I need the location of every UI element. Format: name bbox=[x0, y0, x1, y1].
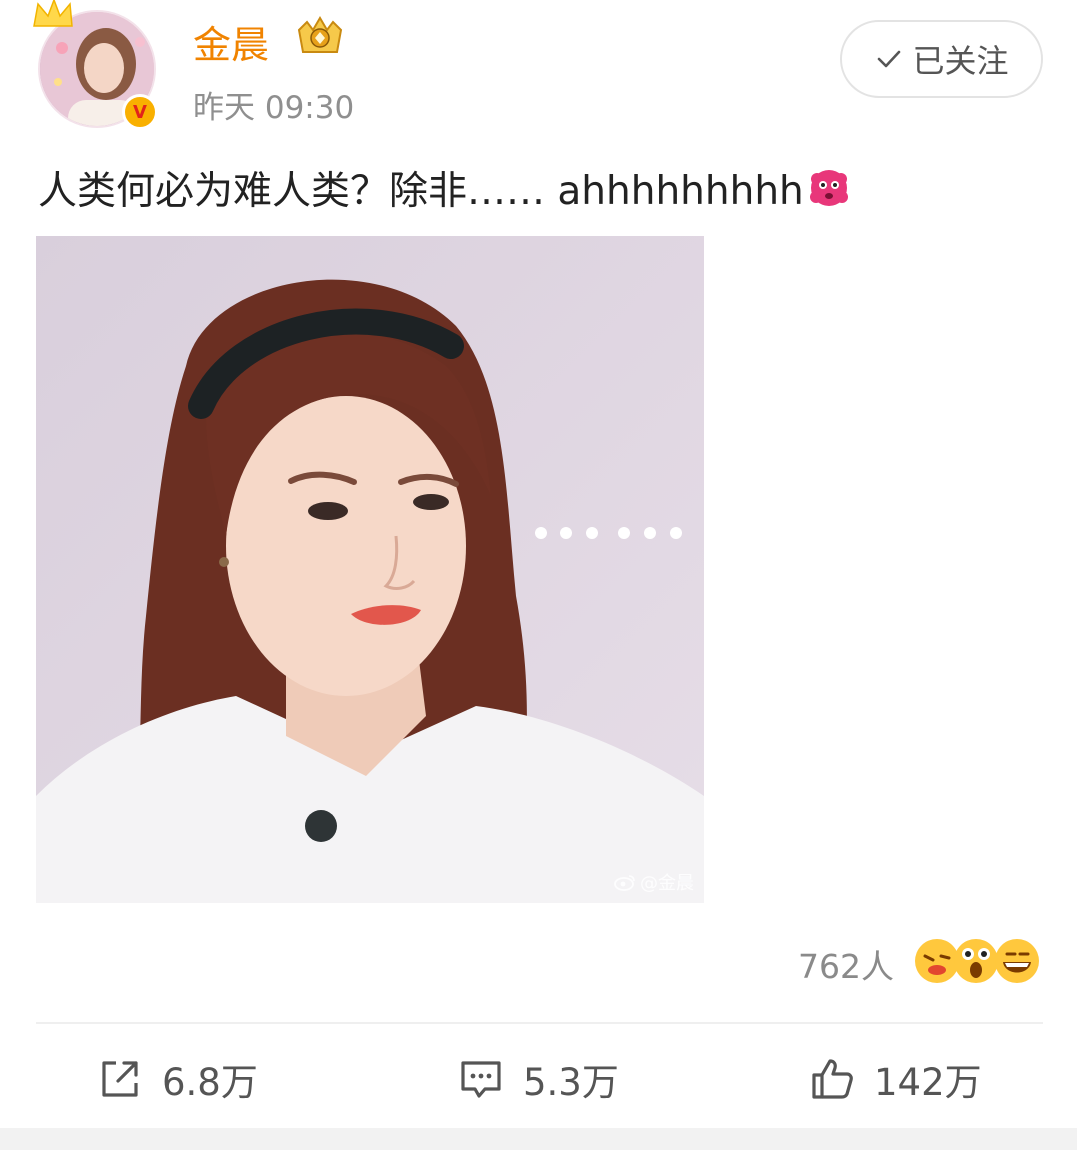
comment-icon bbox=[461, 1061, 501, 1098]
kiss-face-emoji-icon bbox=[915, 939, 959, 983]
repost-count: 6.8万 bbox=[162, 1061, 258, 1104]
post-image[interactable]: @金晨 bbox=[36, 236, 704, 903]
bottom-separator bbox=[0, 1128, 1077, 1150]
reaction-count[interactable]: 762人 bbox=[798, 940, 894, 988]
post-text: 人类何必为难人类？除非…… ahhhhhhhhh bbox=[38, 160, 850, 216]
avatar-container[interactable]: V bbox=[33, 0, 158, 130]
verified-mark: V bbox=[133, 101, 147, 123]
image-watermark: @金晨 bbox=[614, 869, 694, 895]
thumbs-up-icon bbox=[812, 1059, 853, 1099]
follow-button-label: 已关注 bbox=[912, 42, 1009, 80]
username[interactable]: 金晨 bbox=[193, 14, 269, 69]
divider bbox=[36, 1022, 1043, 1024]
vip-crown-badge-icon bbox=[297, 16, 343, 53]
repost-button[interactable]: 6.8万 bbox=[96, 1052, 258, 1106]
grin-face-emoji-icon bbox=[995, 939, 1039, 983]
comment-count: 5.3万 bbox=[523, 1061, 619, 1104]
pink-fluff-emoji-icon bbox=[809, 170, 848, 206]
like-button[interactable]: 142万 bbox=[808, 1052, 982, 1106]
check-icon bbox=[878, 50, 901, 68]
post-text-content: 人类何必为难人类？除非…… ahhhhhhhhh bbox=[38, 169, 804, 214]
verified-badge: V bbox=[122, 94, 158, 130]
weibo-logo-icon bbox=[614, 875, 635, 891]
watermark-text: @金晨 bbox=[640, 873, 694, 894]
repost-icon bbox=[102, 1061, 138, 1097]
crown-icon bbox=[33, 0, 73, 27]
reaction-emoji-stack[interactable] bbox=[913, 936, 1043, 986]
post-time: 昨天 09:30 bbox=[193, 90, 355, 126]
surprised-face-emoji-icon bbox=[954, 939, 998, 983]
like-count: 142万 bbox=[874, 1061, 982, 1104]
follow-button[interactable]: 已关注 bbox=[840, 20, 1043, 98]
comment-button[interactable]: 5.3万 bbox=[457, 1052, 619, 1106]
